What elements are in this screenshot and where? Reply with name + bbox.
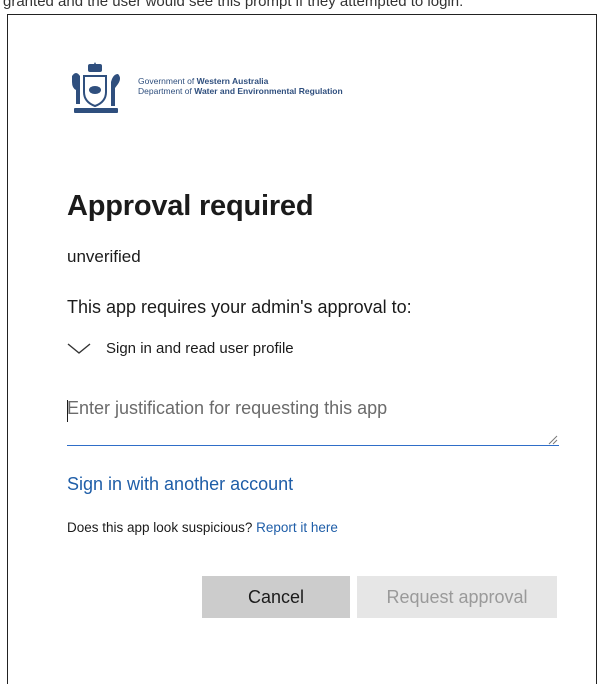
permission-label: Sign in and read user profile [106,339,294,357]
document-caption: granted and the user would see this prom… [3,0,464,10]
logo-line1-bold: Western Australia [196,76,269,86]
permission-expander[interactable]: Sign in and read user profile [66,336,486,360]
logo-line2-prefix: Department of [138,86,195,96]
chevron-down-icon [67,343,91,354]
app-publisher-status: unverified [67,247,141,266]
organization-logo: Government of Western Australia Departme… [66,60,396,120]
report-link[interactable]: Report it here [256,520,338,535]
requires-approval-text: This app requires your admin's approval … [67,297,412,317]
request-approval-button[interactable]: Request approval [357,576,557,618]
suspicious-notice: Does this app look suspicious? Report it… [67,520,338,535]
coat-of-arms-icon [72,62,120,113]
text-cursor [67,400,68,422]
cancel-button[interactable]: Cancel [202,576,350,618]
justification-input[interactable] [67,390,559,446]
resize-handle-icon[interactable] [548,435,558,445]
logo-text: Government of Western Australia Departme… [138,76,343,96]
logo-line1-prefix: Government of [138,76,197,86]
sign-in-another-account-link[interactable]: Sign in with another account [67,474,293,495]
suspicious-text: Does this app look suspicious? [67,520,257,535]
logo-line2-bold: Water and Environmental Regulation [194,86,343,96]
page-title: Approval required [67,190,314,222]
